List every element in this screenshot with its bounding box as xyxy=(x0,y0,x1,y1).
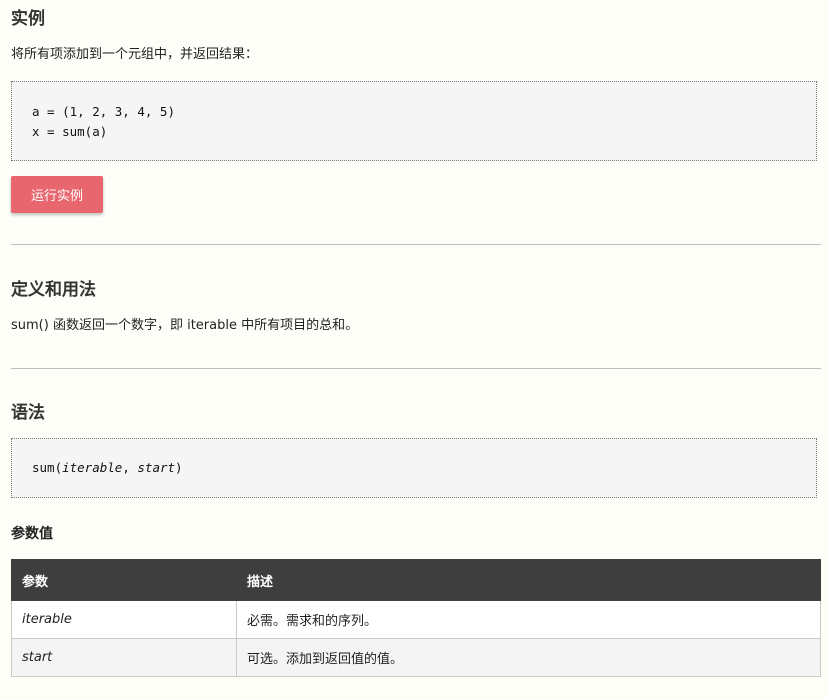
syntax-line: sum(iterable, start) xyxy=(32,458,816,478)
table-row: iterable 必需。需求和的序列。 xyxy=(11,600,821,639)
column-header-param: 参数 xyxy=(11,559,237,601)
syntax-suffix: ) xyxy=(175,460,183,475)
section-divider xyxy=(11,244,821,245)
section-divider xyxy=(11,368,821,369)
syntax-heading: 语法 xyxy=(11,403,45,423)
example-code-block: a = (1, 2, 3, 4, 5) x = sum(a) xyxy=(11,81,817,161)
table-row: start 可选。添加到返回值的值。 xyxy=(11,638,821,677)
param-desc: 可选。添加到返回值的值。 xyxy=(236,638,821,677)
syntax-arg-iterable: iterable xyxy=(62,460,123,475)
example-description: 将所有项添加到一个元组中，并返回结果： xyxy=(11,47,259,62)
code-line: x = sum(a) xyxy=(32,124,108,139)
run-example-button[interactable]: 运行实例 xyxy=(11,176,103,213)
column-header-desc: 描述 xyxy=(236,559,821,601)
syntax-sep: , xyxy=(122,460,138,475)
param-name: start xyxy=(11,638,237,677)
syntax-prefix: sum( xyxy=(32,460,63,475)
syntax-arg-start: start xyxy=(137,460,176,475)
param-name: iterable xyxy=(11,600,237,639)
code-line: a = (1, 2, 3, 4, 5) xyxy=(32,104,175,119)
parameters-heading: 参数值 xyxy=(11,526,53,542)
param-desc: 必需。需求和的序列。 xyxy=(236,600,821,639)
definition-heading: 定义和用法 xyxy=(11,280,96,300)
definition-description: sum() 函数返回一个数字，即 iterable 中所有项目的总和。 xyxy=(11,318,359,333)
syntax-code-block: sum(iterable, start) xyxy=(11,438,817,498)
parameters-table: 参数 描述 iterable 必需。需求和的序列。 start 可选。添加到返回… xyxy=(11,559,821,677)
example-heading: 实例 xyxy=(11,9,45,29)
table-header-row: 参数 描述 xyxy=(11,559,821,601)
